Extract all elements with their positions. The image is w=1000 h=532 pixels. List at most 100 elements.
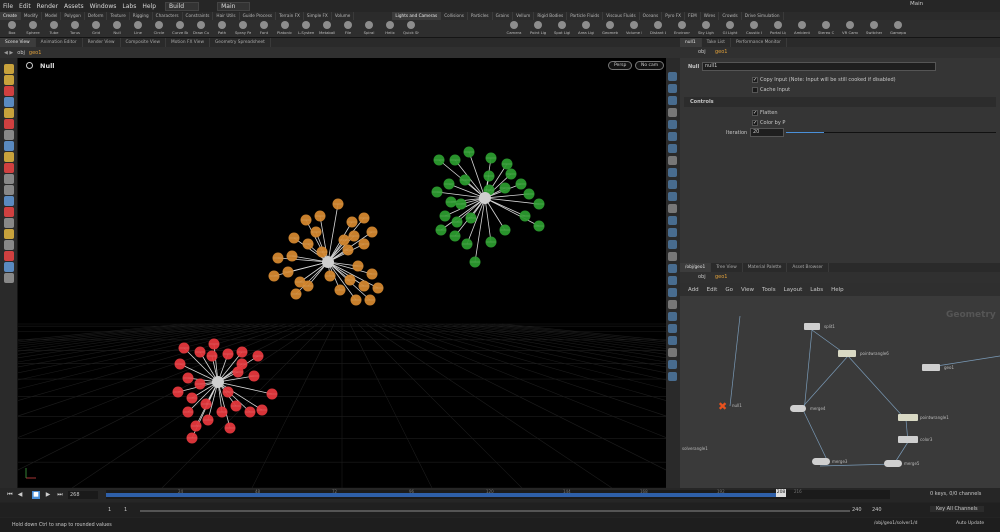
key-all-channels-button[interactable]: Key All Channels — [930, 506, 984, 512]
display-option-4-icon[interactable] — [668, 108, 677, 117]
range-end2[interactable]: 240 — [872, 507, 882, 513]
display-option-10-icon[interactable] — [668, 180, 677, 189]
net-menu-labs[interactable]: Labs — [810, 287, 823, 293]
shelf-tool-spiral[interactable]: Spiral — [361, 21, 377, 37]
menu-windows[interactable]: Windows — [87, 3, 120, 10]
persp-menu[interactable]: Persp — [608, 61, 633, 70]
shelf-tool-circle[interactable]: Circle — [151, 21, 167, 37]
shelf-tool-quick-shapes[interactable]: Quick Shapes — [403, 21, 419, 37]
flatten-checkbox[interactable]: ✓ — [752, 110, 758, 116]
display-option-17-icon[interactable] — [668, 264, 677, 273]
shelf-tab-drive-simulation[interactable]: Drive Simulation — [742, 12, 784, 20]
shelf-tab-vellum[interactable]: Vellum — [513, 12, 535, 20]
shelf-tab-simple-fx[interactable]: Simple FX — [304, 12, 332, 20]
display-option-1-icon[interactable] — [668, 72, 677, 81]
shelf-tool-camera[interactable]: Camera — [506, 21, 522, 37]
tab-tree-view[interactable]: Tree View — [711, 263, 743, 272]
left-tool-19-icon[interactable] — [4, 262, 14, 272]
display-option-12-icon[interactable] — [668, 204, 677, 213]
left-tool-13-icon[interactable] — [4, 196, 14, 206]
net-menu-edit[interactable]: Edit — [707, 287, 718, 293]
net-menu-layout[interactable]: Layout — [784, 287, 803, 293]
shelf-tool-environment-light[interactable]: Environment Light — [674, 21, 690, 37]
shelf-tool-metaball[interactable]: Metaball — [319, 21, 335, 37]
net-menu-add[interactable]: Add — [688, 287, 699, 293]
shelf-tool-area-light[interactable]: Area Light — [578, 21, 594, 37]
shelf-tab-model[interactable]: Model — [42, 12, 62, 20]
shelf-tab-hair-utils[interactable]: Hair Utils — [213, 12, 240, 20]
display-option-22-icon[interactable] — [668, 324, 677, 333]
display-option-19-icon[interactable] — [668, 288, 677, 297]
param-path-geo1[interactable]: geo1 — [715, 49, 728, 55]
left-tool-14-icon[interactable] — [4, 207, 14, 217]
node-pointwrangle1[interactable] — [898, 414, 918, 421]
path-obj[interactable]: obj — [17, 50, 25, 56]
display-option-16-icon[interactable] — [668, 252, 677, 261]
left-tool-11-icon[interactable] — [4, 174, 14, 184]
shelf-tab-volume[interactable]: Volume — [332, 12, 355, 20]
tab-asset-browser[interactable]: Asset Browser — [787, 263, 829, 272]
shelf-tool-grid[interactable]: Grid — [88, 21, 104, 37]
shelf-tab-deform[interactable]: Deform — [85, 12, 108, 20]
path-geo1[interactable]: geo1 — [29, 50, 42, 56]
shelf-tab-viscous-fluids[interactable]: Viscous Fluids — [603, 12, 640, 20]
display-option-21-icon[interactable] — [668, 312, 677, 321]
shelf-tool-draw-curve[interactable]: Draw Curve — [193, 21, 209, 37]
display-option-20-icon[interactable] — [668, 300, 677, 309]
color-by-p-checkbox[interactable]: ✓ — [752, 120, 758, 126]
shelf-tool-line[interactable]: Line — [130, 21, 146, 37]
range-slider[interactable] — [140, 510, 850, 512]
shelf-tool-stereo-camera[interactable]: Stereo Camera — [818, 21, 834, 37]
shelf-tool-vr-camera[interactable]: VR Camera — [842, 21, 858, 37]
left-tool-17-icon[interactable] — [4, 240, 14, 250]
shelf-tool-point-light[interactable]: Point Light — [530, 21, 546, 37]
range-end[interactable]: 240 — [852, 507, 862, 513]
shelf-tab-particles[interactable]: Particles — [468, 12, 493, 20]
tab-scene-view[interactable]: Scene View — [0, 38, 36, 47]
left-tool-18-icon[interactable] — [4, 251, 14, 261]
shelf-tool-font[interactable]: Font — [256, 21, 272, 37]
shelf-tab-characters[interactable]: Characters — [153, 12, 183, 20]
display-option-25-icon[interactable] — [668, 360, 677, 369]
left-tool-10-icon[interactable] — [4, 163, 14, 173]
display-option-23-icon[interactable] — [668, 336, 677, 345]
net-path-obj[interactable]: obj — [698, 274, 706, 280]
desktop-main-select[interactable]: Main — [217, 1, 251, 11]
tab-render-view[interactable]: Render View — [83, 38, 121, 47]
menu-assets[interactable]: Assets — [61, 3, 87, 10]
iteration-slider[interactable] — [786, 132, 996, 133]
display-option-5-icon[interactable] — [668, 120, 677, 129]
net-menu-go[interactable]: Go — [725, 287, 733, 293]
shelf-tool-portal-light[interactable]: Portal Light — [770, 21, 786, 37]
shelf-tab-grains[interactable]: Grains — [493, 12, 514, 20]
shelf-tab-crowds[interactable]: Crowds — [719, 12, 742, 20]
left-tool-8-icon[interactable] — [4, 141, 14, 151]
tab-take-list[interactable]: Take List — [702, 38, 731, 47]
tab-geometry-spreadsheet[interactable]: Geometry Spreadsheet — [210, 38, 271, 47]
shelf-tool-path[interactable]: Path — [214, 21, 230, 37]
shelf-tool-gamepad-camera[interactable]: Gamepad Camera — [890, 21, 906, 37]
shelf-tab-create[interactable]: Create — [0, 12, 21, 20]
node-split1[interactable] — [804, 323, 820, 330]
3d-viewport[interactable] — [18, 74, 666, 488]
shelf-tool-torus[interactable]: Torus — [67, 21, 83, 37]
shelf-tab-fem[interactable]: FEM — [685, 12, 701, 20]
shelf-tool-spray-paint[interactable]: Spray Paint — [235, 21, 251, 37]
left-tool-7-icon[interactable] — [4, 130, 14, 140]
net-menu-help[interactable]: Help — [831, 287, 844, 293]
shelf-tab-lights-cameras[interactable]: Lights and Cameras — [392, 12, 442, 20]
shelf-tab-pyro-fx[interactable]: Pyro FX — [662, 12, 686, 20]
shelf-tab-constraints[interactable]: Constraints — [183, 12, 214, 20]
copy-input-checkbox[interactable]: ✓ — [752, 77, 758, 83]
shelf-tool-sky-light[interactable]: Sky Light — [698, 21, 714, 37]
display-option-3-icon[interactable] — [668, 96, 677, 105]
shelf-tool-helix[interactable]: Helix — [382, 21, 398, 37]
menu-labs[interactable]: Labs — [119, 3, 139, 10]
tab-motion-fx-view[interactable]: Motion FX View — [166, 38, 210, 47]
left-tool-20-icon[interactable] — [4, 273, 14, 283]
shelf-tool-geometry-light[interactable]: Geometry Light — [602, 21, 618, 37]
display-option-13-icon[interactable] — [668, 216, 677, 225]
menu-edit[interactable]: Edit — [16, 3, 34, 10]
cam-menu[interactable]: No cam — [635, 61, 665, 70]
tab-material-palette[interactable]: Material Palette — [743, 263, 788, 272]
